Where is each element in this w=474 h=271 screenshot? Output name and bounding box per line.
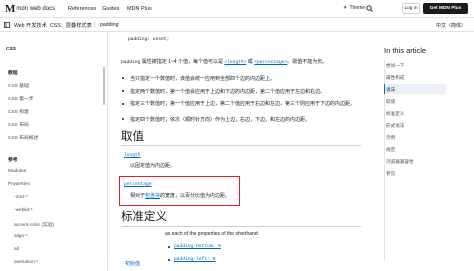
sidebar-item-accent-color[interactable]: accent-color (实验) <box>14 221 54 228</box>
top-navigation-bar: M mdn web docs References Guides MDN Plu… <box>0 0 474 18</box>
intro-code: padding <box>121 60 141 65</box>
bullet-item: 当只指定一个数值时，该值会统一应用到全部四个边的内边距上。 <box>130 76 276 82</box>
bullet-dot <box>168 259 170 261</box>
sun-icon: ☀ <box>343 5 348 11</box>
sidebar-item-properties[interactable]: Properties <box>8 182 30 187</box>
logo-text: mdn web docs <box>16 6 56 12</box>
bullet-item: 指定两个数值时，第一个值会应用于上边和下边的内边距，第二个值应用于左边和右边。 <box>130 89 326 95</box>
toc-item[interactable]: 规范 <box>386 147 395 153</box>
sidebar-item-all[interactable]: all <box>14 247 19 252</box>
nav-guides[interactable]: Guides <box>102 6 119 12</box>
highlight-box <box>119 176 240 206</box>
heading-formal-definition: 标准定义 <box>121 211 167 223</box>
bullet-dot <box>122 118 124 120</box>
breadcrumb: Web 开发技术 | CSS：层叠样式表 | padding 中文（简体） <box>0 18 474 32</box>
term-length[interactable]: length <box>124 153 141 158</box>
theme-label: Theme <box>349 5 366 11</box>
theme-toggle[interactable]: ☀ Theme <box>343 5 365 11</box>
percentage-prefix: 相对于 <box>130 193 146 199</box>
bullet-item: 指定三个数值时，第一个值应用于上边，第二个值应用于右边和左边，第三个则应用于下边… <box>130 101 356 107</box>
percentage-description: 相对于包含块的宽度，以百分比值为内边距。 <box>130 192 230 199</box>
bullet-dot <box>122 77 124 79</box>
containing-block-link[interactable]: 包含块 <box>145 193 160 199</box>
toc-item[interactable]: 浏览器兼容性 <box>386 159 414 165</box>
sidebar-toggle-icon[interactable] <box>4 22 10 28</box>
breadcrumb-separator: | <box>44 22 46 28</box>
search-icon[interactable] <box>366 5 373 12</box>
sidebar-item-css-layout-overview[interactable]: CSS 布局概述 <box>8 134 38 141</box>
toc-item[interactable]: 属性构成 <box>386 75 404 81</box>
sidebar-item-moz[interactable]: -moz-* <box>14 195 28 200</box>
sidebar: CSS 教程 CSS 基础 CSS 第一步 CSS 构建 CSS 布局 CSS … <box>0 32 108 271</box>
length-link[interactable]: <length> <box>224 60 246 65</box>
length-description: 以固定值为内边距。 <box>130 163 176 169</box>
sidebar-item-animation[interactable]: animation-* <box>14 260 38 265</box>
heading-values: 取值 <box>121 131 144 143</box>
toc-title: In this article <box>384 46 427 55</box>
bullet-item: 指定四个数值时，依次（顺时针方向）作为上边，右边，下边，和左边的内边距。 <box>130 117 311 123</box>
breadcrumb-separator: | <box>94 22 96 28</box>
toc-item[interactable]: 标准定义 <box>386 111 404 117</box>
nav-mdn-plus[interactable]: MDN Plus <box>127 6 152 12</box>
bullet-dot <box>168 246 170 248</box>
toc-item[interactable]: 示例 <box>386 135 395 141</box>
sidebar-item-reference[interactable]: 参考 <box>8 156 18 163</box>
toc-item-active[interactable]: 语法 <box>386 87 395 93</box>
percentage-suffix: 的宽度，以百分比值为内边距。 <box>160 193 231 199</box>
bullet-dot <box>122 103 124 105</box>
shorthand-padding-left[interactable]: padding-left: 0 <box>174 257 215 262</box>
formal-text: as each of the properties of the shortha… <box>165 231 259 237</box>
sidebar-item-modules[interactable]: Modules <box>8 169 26 174</box>
login-button[interactable]: Log in <box>402 3 420 14</box>
shorthand-padding-bottom[interactable]: padding-bottom: 0 <box>174 244 221 249</box>
sidebar-item-css-basics[interactable]: CSS 基础 <box>8 82 29 89</box>
bullet-dot <box>122 90 124 92</box>
get-mdn-plus-button[interactable]: Get MDN Plus <box>423 3 468 14</box>
toc-item[interactable]: 尝试一下 <box>386 63 404 69</box>
sidebar-item-css-first-steps[interactable]: CSS 第一步 <box>8 95 34 102</box>
sidebar-item-align[interactable]: align-* <box>14 234 28 239</box>
divider <box>121 145 361 146</box>
nav-references[interactable]: References <box>68 6 96 12</box>
breadcrumb-padding[interactable]: padding <box>100 22 118 28</box>
initial-value-label[interactable]: 初始值 <box>125 260 140 267</box>
term-percentage[interactable]: percentage <box>124 182 152 187</box>
sidebar-item-css-building[interactable]: CSS 构建 <box>8 108 29 115</box>
divider <box>121 226 361 227</box>
code-sample: padding: unset; <box>128 37 170 42</box>
sidebar-item-webkit[interactable]: -webkit-* <box>14 208 33 213</box>
sidebar-scrollbar[interactable] <box>103 67 105 105</box>
intro-paragraph: padding 属性被指定 1~4 个值，每个值可以是 <length> 或 <… <box>121 58 327 65</box>
intro-text-end: 。取值不能为负。 <box>287 59 328 65</box>
toc-item[interactable]: 参见 <box>386 171 395 177</box>
breadcrumb-css[interactable]: CSS：层叠样式表 <box>50 22 92 29</box>
language-selector[interactable]: 中文（简体） <box>436 22 466 29</box>
breadcrumb-web[interactable]: Web 开发技术 <box>14 22 47 29</box>
table-of-contents: In this article 尝试一下 属性构成 语法 取值 标准定义 形式语… <box>376 32 474 271</box>
mdn-logo[interactable]: M mdn web docs <box>5 3 55 15</box>
sidebar-item-tutorial[interactable]: 教程 <box>8 69 18 76</box>
logo-mark-icon: M <box>5 3 15 15</box>
intro-text: 属性被指定 1~4 个值，每个值可以是 <box>140 59 225 65</box>
percentage-link[interactable]: <percentage> <box>254 60 287 65</box>
toc-item[interactable]: 取值 <box>386 99 395 105</box>
sidebar-item-css-layout[interactable]: CSS 布局 <box>8 121 29 128</box>
sidebar-item-css[interactable]: CSS <box>6 47 16 52</box>
toc-item[interactable]: 形式语法 <box>386 123 404 129</box>
